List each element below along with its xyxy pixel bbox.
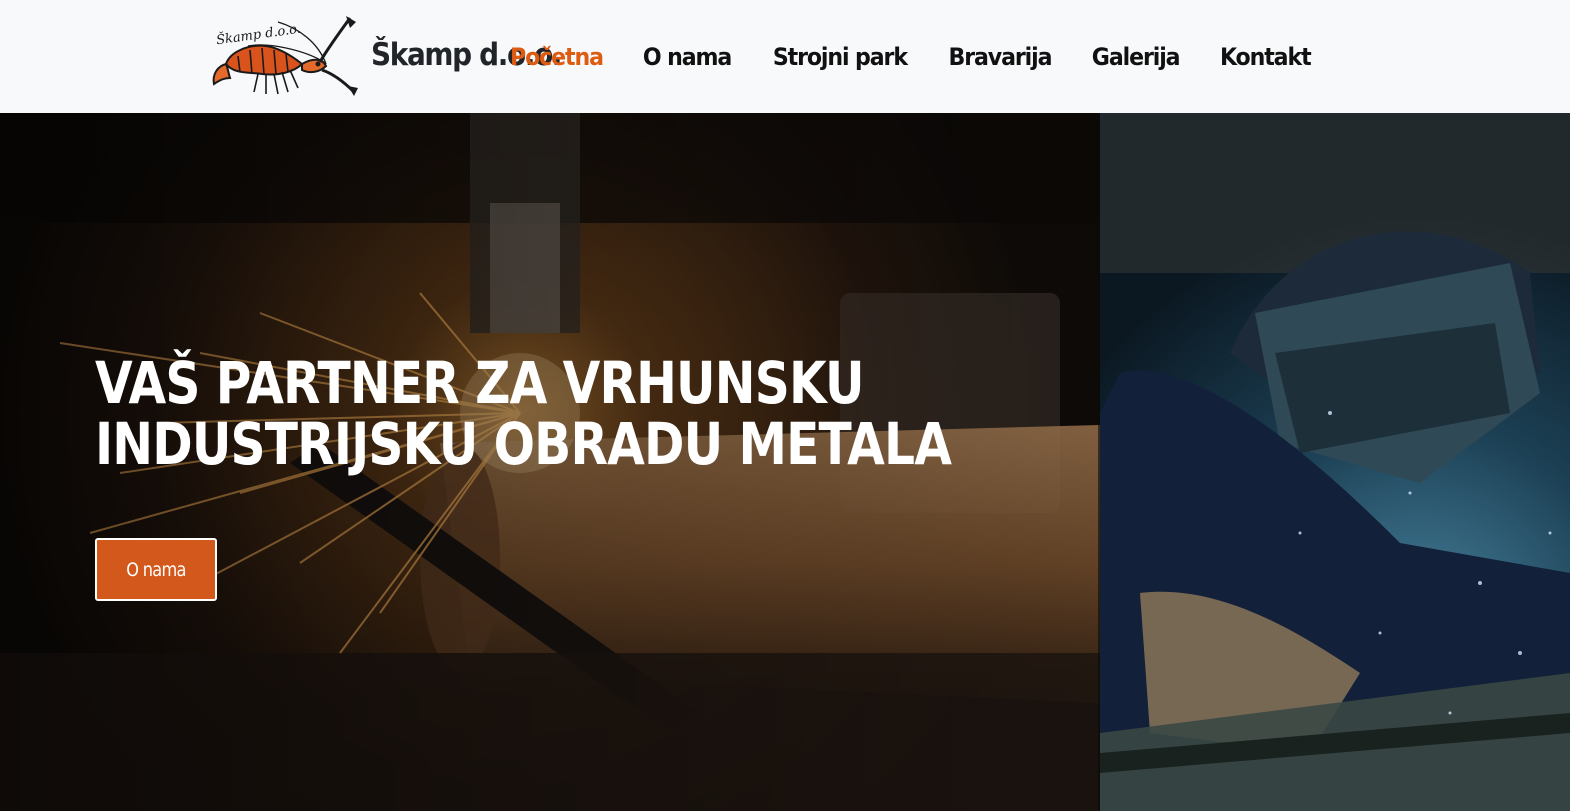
navbar: Škamp d.o.o. Škamp d.o.o. Početna O nama… bbox=[0, 0, 1570, 113]
nav-item-bravarija[interactable]: Bravarija bbox=[934, 43, 1066, 71]
logo-script-text: Škamp d.o.o. bbox=[215, 20, 302, 49]
main-nav: Početna O nama Strojni park Bravarija Ga… bbox=[490, 0, 1330, 113]
hero-title-line-2: industrijsku obradu metala bbox=[95, 410, 952, 478]
nav-item-galerija[interactable]: Galerija bbox=[1077, 43, 1194, 71]
shrimp-logo-icon: Škamp d.o.o. bbox=[212, 16, 358, 96]
o-nama-button-label: O nama bbox=[126, 558, 186, 581]
hero-title-line-1: Vaš partner za vrhunsku bbox=[95, 349, 865, 417]
hero-section: Vaš partner za vrhunsku industrijsku obr… bbox=[0, 113, 1570, 811]
nav-item-strojni-park[interactable]: Strojni park bbox=[758, 43, 922, 71]
nav-item-pocetna[interactable]: Početna bbox=[495, 43, 617, 71]
hero-title: Vaš partner za vrhunsku industrijsku obr… bbox=[95, 349, 952, 478]
nav-item-kontakt[interactable]: Kontakt bbox=[1205, 43, 1325, 71]
o-nama-button[interactable]: O nama bbox=[95, 538, 217, 601]
nav-item-o-nama[interactable]: O nama bbox=[628, 43, 746, 71]
